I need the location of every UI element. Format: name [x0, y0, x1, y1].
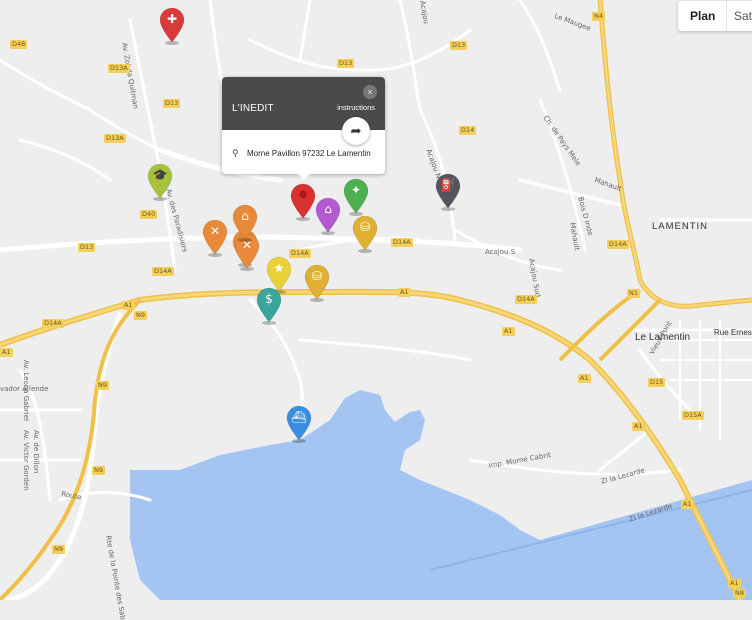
map-type-toggle: Plan Sat — [678, 1, 752, 31]
road-shield: N9 — [134, 311, 147, 320]
road-label: Route — [60, 490, 83, 502]
road-shield: N9 — [96, 381, 109, 390]
graduation-cap-icon: 🎓 — [152, 168, 168, 182]
road-label: Av. Zobda Quitman — [120, 42, 140, 110]
road-shield: N9 — [52, 545, 65, 554]
bakery-pin[interactable]: ⌂ — [230, 203, 260, 243]
road-label: ZI la Lezarde — [628, 502, 674, 524]
city-label: Le Lamentin — [635, 332, 691, 343]
popup-address: Morne Pavillon 97232 Le Lamentin — [247, 149, 371, 158]
popup-tail — [297, 173, 311, 180]
road-shield: D13A — [108, 64, 130, 73]
map-type-satellite-button[interactable]: Sat — [734, 9, 752, 23]
road-shield: N9 — [92, 466, 105, 475]
popup-title: L'INEDIT — [232, 103, 274, 114]
restaurant-pin-1[interactable]: ✕ — [200, 218, 230, 258]
popup-instructions-link[interactable]: instructions — [337, 103, 375, 112]
road-shield: D14A — [152, 267, 174, 276]
toggle-divider — [726, 1, 727, 31]
road-shield: A1 — [578, 374, 591, 383]
directions-icon: ➦ — [350, 123, 362, 138]
bank-pin[interactable]: $ — [254, 286, 284, 326]
road-shield: D14A — [515, 295, 537, 304]
road-label: Acajou — [418, 0, 431, 25]
gas-station-pin[interactable]: ⛽ — [433, 172, 463, 212]
road-label: Le Maugee — [553, 12, 592, 33]
road-shield: D15A — [682, 411, 704, 420]
shopping-basket-icon: ⛁ — [311, 269, 323, 283]
road-shield: D14 — [459, 126, 477, 135]
place-popup: L'INEDIT instructions × ➦ ⚲ Morne Pavill… — [222, 77, 385, 180]
road-label: Rte de la Pointe des Sab — [104, 535, 127, 620]
dollar-bill-icon: $ — [265, 292, 273, 306]
gas-pump-icon: ⛽ — [440, 178, 456, 192]
location-marker-icon: ⚲ — [232, 148, 239, 158]
road-shield: D13 — [163, 99, 181, 108]
hiking-pin[interactable]: ✦ — [341, 177, 371, 217]
road-label: Av. Victor Gorden — [22, 430, 30, 491]
street-label: Rue Ernest — [714, 328, 752, 337]
star-icon: ★ — [273, 261, 285, 275]
bay-water — [130, 390, 752, 600]
education-pin[interactable]: 🎓 — [145, 162, 175, 202]
directions-button[interactable]: ➦ — [342, 117, 370, 145]
cake-icon: ⌂ — [241, 209, 249, 223]
road-shield: D13 — [78, 243, 96, 252]
ferry-pin[interactable]: ⛴ — [284, 404, 314, 444]
road-label: Acajou Sud — [527, 258, 542, 298]
hospital-icon: ✚ — [166, 12, 178, 26]
road-shield: A1 — [632, 422, 645, 431]
road-label: Av. de Dillon — [32, 430, 40, 474]
road-shield: D14A — [42, 319, 64, 328]
road-label: ZI la Lezarde — [600, 466, 646, 486]
road-shield: D15 — [648, 378, 666, 387]
road-label: Mahault — [568, 222, 581, 252]
road-shield: A1 — [122, 301, 135, 310]
road-shield: D48 — [10, 40, 28, 49]
shopping-pin-1[interactable]: ⛁ — [350, 214, 380, 254]
map-type-plan-button[interactable]: Plan — [690, 9, 715, 23]
road-shield: A1 — [398, 288, 411, 297]
museum-icon: ⌂ — [324, 202, 332, 216]
road-label: Av. Leona Gabriel — [22, 360, 30, 421]
road-shield: A1 — [728, 579, 741, 588]
road-shield: D14A — [607, 240, 629, 249]
shopping-pin-2[interactable]: ⛁ — [302, 263, 332, 303]
road-shield: D14A — [391, 238, 413, 247]
museum-pin[interactable]: ⌂ — [313, 196, 343, 236]
shopping-basket-icon: ⛁ — [359, 220, 371, 234]
ferry-icon: ⛴ — [291, 410, 307, 424]
road-shield: D13 — [450, 41, 468, 50]
close-icon[interactable]: × — [363, 85, 377, 99]
road-shield: N1 — [627, 289, 640, 298]
road-label: Acajou S — [485, 248, 516, 256]
road-label: Imp. Morne Cabrit — [488, 451, 552, 470]
road-shield: D40 — [140, 210, 158, 219]
road-shield: D13 — [337, 59, 355, 68]
road-shield: N4 — [592, 12, 605, 21]
fork-knife-icon: ✕ — [209, 224, 221, 238]
region-label: LAMENTIN — [652, 221, 709, 232]
road-shield: A1 — [502, 327, 515, 336]
road-shield: A1 — [0, 348, 13, 357]
road-label: Ch. de Pays Mele — [541, 114, 583, 168]
road-shield: N8 — [733, 589, 746, 598]
hiking-icon: ✦ — [350, 183, 362, 197]
road-label: Mahault — [593, 176, 623, 194]
road-shield: D13A — [104, 134, 126, 143]
hospital-pin[interactable]: ✚ — [157, 6, 187, 46]
road-shield: A1 — [681, 500, 694, 509]
road-label: Bois D Inde — [576, 196, 595, 237]
